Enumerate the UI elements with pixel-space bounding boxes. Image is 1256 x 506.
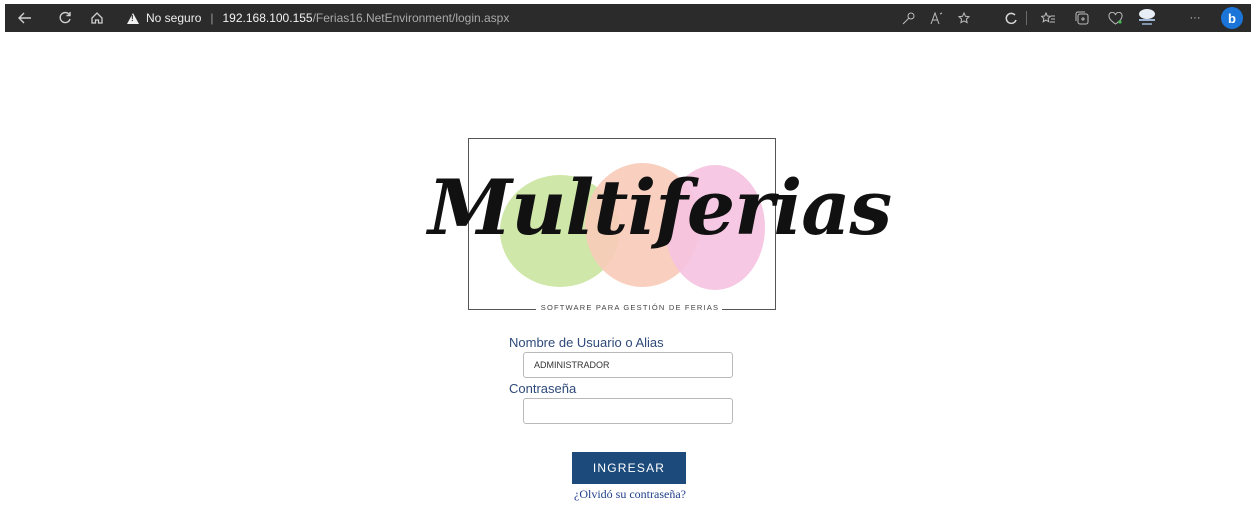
login-button[interactable]: INGRESAR [572, 452, 686, 484]
favorites-icon [1041, 11, 1055, 23]
security-status[interactable]: No seguro [146, 11, 201, 25]
forgot-password-link[interactable]: ¿Olvidó su contraseña? [560, 487, 700, 502]
username-label: Nombre de Usuario o Alias [509, 335, 664, 350]
warning-icon [127, 12, 139, 24]
collections-button[interactable] [1071, 4, 1093, 32]
browser-toolbar: No seguro | 192.168.100.155 /Ferias16.Ne… [5, 4, 1251, 32]
heart-pulse-icon [1107, 11, 1123, 25]
password-input[interactable] [523, 398, 733, 424]
browser-essentials-button[interactable] [1104, 4, 1126, 32]
weather-cloud-icon [1139, 9, 1155, 25]
logo-frame [468, 309, 536, 310]
read-aloud-icon [930, 11, 943, 24]
username-input[interactable] [523, 352, 733, 378]
home-icon [91, 12, 103, 24]
extension-button[interactable] [1000, 4, 1022, 32]
profile-extension-button[interactable] [1136, 4, 1158, 32]
home-button[interactable] [85, 4, 109, 32]
back-button[interactable] [13, 4, 37, 32]
star-add-icon [958, 11, 971, 24]
logo-frame [468, 138, 776, 139]
collections-icon [1075, 11, 1089, 25]
toolbar-divider [1026, 11, 1027, 25]
password-label: Contraseña [509, 381, 577, 396]
multiferias-logo: Multiferias SOFTWARE PARA GESTIÓN DE FER… [420, 135, 892, 320]
logo-tagline: SOFTWARE PARA GESTIÓN DE FERIAS [540, 303, 720, 312]
favorites-button[interactable] [1037, 4, 1059, 32]
password-key-button[interactable] [897, 4, 919, 32]
reload-button[interactable] [53, 4, 77, 32]
read-aloud-button[interactable] [926, 4, 948, 32]
refresh-circle-icon [1005, 12, 1017, 25]
more-button[interactable]: ··· [1184, 4, 1206, 32]
bing-chat-button[interactable]: b [1221, 7, 1243, 29]
arrow-left-icon [18, 12, 31, 24]
logo-wordmark: Multiferias [428, 163, 892, 252]
add-favorite-button[interactable] [954, 4, 976, 32]
address-bar[interactable]: No seguro | 192.168.100.155 /Ferias16.Ne… [117, 8, 527, 28]
logo-frame [722, 309, 776, 310]
address-separator: | [210, 11, 214, 25]
refresh-icon [59, 11, 71, 24]
url-host: 192.168.100.155 [222, 11, 313, 25]
bing-logo-icon: b [1228, 10, 1236, 26]
key-icon [902, 12, 914, 24]
url-path: /Ferias16.NetEnvironment/login.aspx [312, 11, 510, 25]
